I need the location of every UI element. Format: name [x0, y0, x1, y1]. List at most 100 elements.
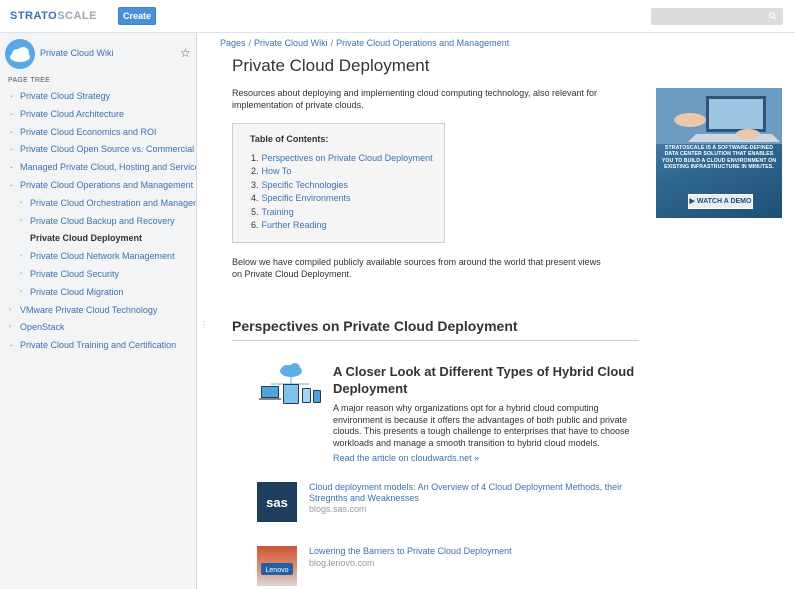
sidebar-tree-item[interactable]: › Private Cloud Security — [0, 266, 196, 284]
tree-chevron-icon[interactable]: ⌄ — [9, 159, 14, 177]
toc-link[interactable]: Further Reading — [262, 220, 327, 230]
tree-chevron-icon[interactable]: ⌄ — [9, 337, 14, 355]
sidebar-tree-item[interactable]: ⌄ Private Cloud Economics and ROI — [0, 124, 196, 142]
tree-chevron-icon[interactable]: › — [20, 195, 22, 213]
tree-chevron-icon[interactable]: › — [20, 266, 22, 284]
sidebar: Private Cloud Wiki ☆ PAGE TREE ⌄ Private … — [0, 33, 197, 589]
create-button[interactable]: Create — [118, 7, 156, 25]
sidebar-tree-item[interactable]: ⌄ Managed Private Cloud, Hosting and Serv… — [0, 159, 196, 177]
toc-link[interactable]: Perspectives on Private Cloud Deployment — [262, 153, 433, 163]
tree-chevron-icon[interactable]: ⌄ — [9, 177, 14, 195]
toc-list: 1. Perspectives on Private Cloud Deployme… — [251, 152, 433, 232]
toc-link[interactable]: How To — [262, 166, 292, 176]
sidebar-tree-item[interactable]: ⌄ Private Cloud Training and Certificatio… — [0, 337, 196, 355]
tree-chevron-icon[interactable]: › — [9, 319, 11, 337]
search-icon[interactable] — [769, 12, 777, 20]
logo-text: STRATOSCALE — [10, 10, 97, 22]
tree-chevron-icon[interactable]: › — [20, 284, 22, 302]
stratoscale-logo[interactable]: STRATOSCALE — [10, 10, 97, 22]
sas-logo-text: sas — [266, 495, 288, 510]
toc-link[interactable]: Specific Technologies — [262, 180, 348, 190]
reference-source-lenovo: blog.lenovo.com — [309, 558, 375, 568]
sidebar-tree-item[interactable]: › VMware Private Cloud Technology — [0, 302, 196, 320]
sidebar-tree-item[interactable]: › Private Cloud Migration — [0, 284, 196, 302]
sidebar-tree-link[interactable]: Private Cloud Strategy — [20, 88, 110, 106]
reference-link-sas[interactable]: Cloud deployment models: An Overview of … — [309, 482, 629, 504]
tree-chevron-icon[interactable]: ⌄ — [9, 141, 14, 159]
toc-item-number: 3. — [251, 179, 259, 190]
toc-item: 2. How To — [251, 165, 433, 178]
sidebar-tree-link[interactable]: Private Cloud Training and Certification — [20, 337, 176, 355]
breadcrumb-parent[interactable]: Private Cloud Operations and Management — [336, 38, 509, 48]
space-header: Private Cloud Wiki ☆ — [5, 39, 193, 69]
toc-item: 5. Training — [251, 206, 433, 219]
toc-link[interactable]: Training — [262, 207, 294, 217]
breadcrumb-separator: / — [248, 38, 252, 48]
watch-demo-label: WATCH A DEMO — [696, 198, 752, 205]
lenovo-logo-text: Lenovo — [266, 567, 289, 574]
toc-item-number: 5. — [251, 206, 259, 217]
sidebar-tree-item[interactable]: ⌄ Private Cloud Open Source vs. Commercia… — [0, 141, 196, 159]
tree-chevron-icon[interactable]: ⌄ — [9, 124, 14, 142]
toc-item-number: 6. — [251, 219, 259, 230]
sidebar-tree-link[interactable]: Private Cloud Open Source vs. Commercial — [20, 141, 194, 159]
table-of-contents: Table of Contents: 1. Perspectives on Pri… — [232, 123, 445, 243]
sidebar-tree-link[interactable]: VMware Private Cloud Technology — [20, 302, 157, 320]
section-heading: Perspectives on Private Cloud Deployment — [232, 318, 518, 334]
sidebar-tree-link[interactable]: Private Cloud Economics and ROI — [20, 124, 157, 142]
search-box[interactable] — [651, 8, 783, 25]
sidebar-tree-item[interactable]: ⌄ Private Cloud Operations and Management — [0, 177, 196, 195]
toc-item-number: 4. — [251, 193, 259, 204]
sidebar-tree-item[interactable]: Private Cloud Deployment — [0, 230, 196, 248]
breadcrumb: Pages / Private Cloud Wiki / Private Cloud O… — [220, 38, 509, 48]
sidebar-tree-link[interactable]: Private Cloud Architecture — [20, 106, 124, 124]
breadcrumb-pages[interactable]: Pages — [220, 38, 246, 48]
sidebar-tree-link[interactable]: Private Cloud Backup and Recovery — [30, 213, 175, 231]
sidebar-tree-item[interactable]: › Private Cloud Backup and Recovery — [0, 213, 196, 231]
sidebar-tree-link[interactable]: Private Cloud Network Management — [30, 248, 175, 266]
sidebar-tree-link[interactable]: Private Cloud Migration — [30, 284, 124, 302]
toc-link[interactable]: Specific Environments — [262, 193, 351, 203]
hybrid-cloud-devices-image[interactable] — [257, 362, 323, 408]
tree-chevron-icon[interactable]: ⌄ — [9, 88, 14, 106]
sidebar-tree-item[interactable]: ⌄ Private Cloud Strategy — [0, 88, 196, 106]
space-name-link[interactable]: Private Cloud Wiki — [40, 48, 114, 58]
sidebar-tree-link[interactable]: Private Cloud Operations and Management — [20, 177, 193, 195]
tree-chevron-icon[interactable]: › — [20, 248, 22, 266]
tree-chevron-icon[interactable]: ⌄ — [9, 106, 14, 124]
search-input[interactable] — [651, 8, 783, 25]
sidebar-tree-item[interactable]: ⌄ Private Cloud Architecture — [0, 106, 196, 124]
breadcrumb-space[interactable]: Private Cloud Wiki — [254, 38, 328, 48]
top-header: STRATOSCALE Create — [0, 0, 795, 33]
space-avatar-cloud-icon[interactable] — [5, 39, 35, 69]
reference-source-sas: blogs.sas.com — [309, 504, 367, 514]
sidebar-tree-item[interactable]: › OpenStack — [0, 319, 196, 337]
ad-laptop-hands-image — [656, 88, 782, 144]
ad-text: STRATOSCALE IS A SOFTWARE-DEFINED DATA C… — [661, 145, 777, 171]
sidebar-resize-handle[interactable]: ⋮ — [200, 320, 208, 329]
page-title: Private Cloud Deployment — [232, 56, 430, 75]
reference-link-lenovo[interactable]: Lowering the Barriers to Private Cloud D… — [309, 546, 629, 557]
toc-item: 6. Further Reading — [251, 219, 433, 232]
sidebar-tree-link[interactable]: OpenStack — [20, 319, 65, 337]
feature-article-title: A Closer Look at Different Types of Hybr… — [333, 364, 635, 396]
tree-chevron-icon[interactable]: › — [20, 213, 22, 231]
toc-item: 3. Specific Technologies — [251, 179, 433, 192]
sidebar-tree-item[interactable]: › Private Cloud Network Management — [0, 248, 196, 266]
section-divider — [232, 340, 639, 341]
sidebar-tree-link[interactable]: Managed Private Cloud, Hosting and Servi… — [20, 159, 196, 177]
tree-chevron-icon[interactable]: › — [9, 302, 11, 320]
favorite-star-icon[interactable]: ☆ — [180, 46, 191, 60]
feature-article-body: A major reason why organizations opt for… — [333, 403, 630, 448]
sidebar-tree-link[interactable]: Private Cloud Security — [30, 266, 119, 284]
watch-demo-button[interactable]: ▶ WATCH A DEMO — [688, 194, 753, 209]
stratoscale-ad-banner[interactable]: STRATOSCALE IS A SOFTWARE-DEFINED DATA C… — [656, 88, 782, 218]
feature-article-link[interactable]: Read the article on cloudwards.net » — [333, 453, 479, 463]
toc-title: Table of Contents: — [250, 134, 329, 144]
breadcrumb-separator: / — [330, 38, 334, 48]
sas-logo-thumbnail[interactable]: sas — [257, 482, 297, 522]
sidebar-tree-link[interactable]: Private Cloud Orchestration and Manageme… — [30, 195, 196, 213]
sidebar-tree-item[interactable]: › Private Cloud Orchestration and Managem… — [0, 195, 196, 213]
sidebar-tree-link[interactable]: Private Cloud Deployment — [30, 230, 142, 248]
lenovo-thumbnail[interactable]: Lenovo — [257, 546, 297, 586]
